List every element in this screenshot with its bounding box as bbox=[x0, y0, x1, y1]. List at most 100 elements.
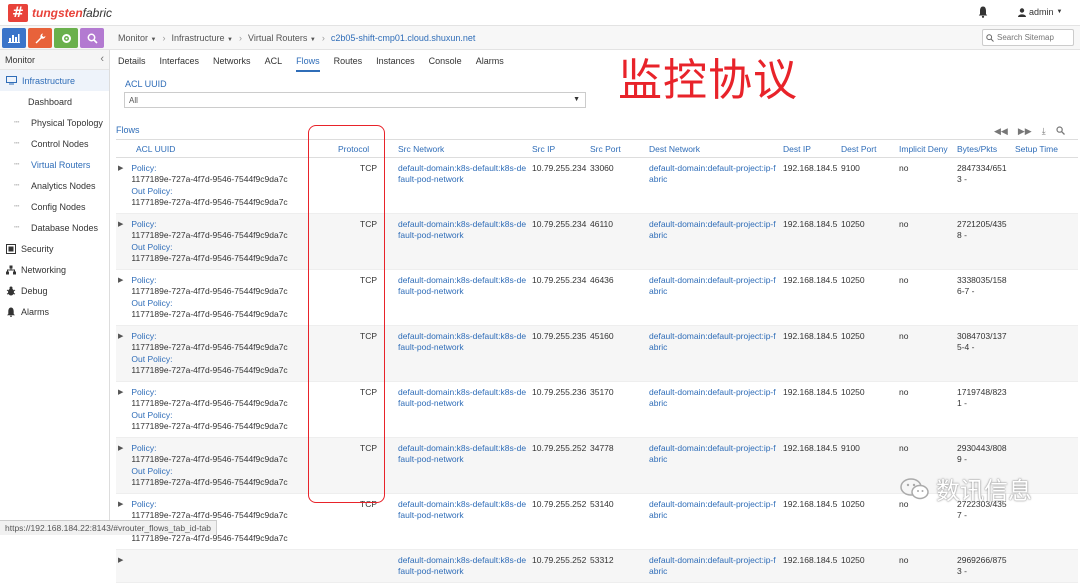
logo[interactable]: # tungstenfabric bbox=[8, 4, 112, 22]
dest-network-link[interactable]: default-domain:default-project:ip-fabric bbox=[649, 499, 776, 521]
tab-networks[interactable]: Networks bbox=[213, 54, 251, 72]
table-row[interactable]: ▶ Policy: 1177189e-727a-4f7d-9546-7544f9c9… bbox=[116, 269, 1078, 326]
acl-uuid-label: ACL UUID bbox=[125, 79, 167, 89]
download-icon[interactable]: ⤓ bbox=[1042, 126, 1046, 137]
sidebar-item-analytics-nodes[interactable]: ┄ Analytics Nodes bbox=[0, 175, 109, 196]
breadcrumb-monitor[interactable]: Monitor ▼ bbox=[118, 33, 156, 43]
expand-row-icon[interactable]: ▶ bbox=[118, 219, 123, 265]
sidebar-item-label: Database Nodes bbox=[31, 222, 99, 233]
src-network-link[interactable]: default-domain:k8s-default:k8s-default-p… bbox=[398, 331, 526, 353]
col-dest-ip[interactable]: Dest IP bbox=[781, 141, 839, 158]
sitemap-search[interactable] bbox=[982, 29, 1074, 46]
cell-acl-uuid: ▶ Policy: 1177189e-727a-4f7d-9546-7544f9c9… bbox=[116, 381, 338, 438]
query-tile[interactable] bbox=[80, 28, 104, 48]
bar-chart-icon bbox=[8, 34, 20, 43]
policy-uuid: 1177189e-727a-4f7d-9546-7544f9c9da7c bbox=[131, 286, 288, 296]
dest-network-link[interactable]: default-domain:default-project:ip-fabric bbox=[649, 555, 776, 577]
src-network-link[interactable]: default-domain:k8s-default:k8s-default-p… bbox=[398, 555, 526, 577]
dest-network-link[interactable]: default-domain:default-project:ip-fabric bbox=[649, 331, 776, 353]
col-setup-time[interactable]: Setup Time bbox=[1013, 141, 1078, 158]
bell-icon bbox=[7, 307, 15, 317]
src-network-link[interactable]: default-domain:k8s-default:k8s-default-p… bbox=[398, 219, 526, 241]
expand-row-icon[interactable]: ▶ bbox=[118, 443, 123, 489]
col-src-network[interactable]: Src Network bbox=[396, 141, 530, 158]
table-row[interactable]: ▶ Policy: 1177189e-727a-4f7d-9546-7544f9c9… bbox=[116, 213, 1078, 270]
expand-row-icon[interactable]: ▶ bbox=[118, 163, 123, 209]
expand-row-icon[interactable]: ▶ bbox=[118, 331, 123, 377]
collapse-sidebar-icon[interactable]: ‹ bbox=[100, 54, 104, 65]
src-network-link[interactable]: default-domain:k8s-default:k8s-default-p… bbox=[398, 499, 526, 521]
cell-src-network: default-domain:k8s-default:k8s-default-p… bbox=[396, 437, 530, 494]
sidebar-item-physical-topology[interactable]: ┄ Physical Topology bbox=[0, 112, 109, 133]
expand-row-icon[interactable]: ▶ bbox=[118, 387, 123, 433]
settings-tile[interactable] bbox=[54, 28, 78, 48]
expand-row-icon[interactable]: ▶ bbox=[118, 555, 123, 567]
sidebar-item-dashboard[interactable]: Dashboard bbox=[0, 91, 109, 112]
src-network-link[interactable]: default-domain:k8s-default:k8s-default-p… bbox=[398, 275, 526, 297]
tab-console[interactable]: Console bbox=[429, 54, 462, 72]
cell-dest-network: default-domain:default-project:ip-fabric bbox=[647, 437, 781, 494]
cell-dest-ip: 192.168.184.5 bbox=[781, 269, 839, 326]
policy-label: Policy: bbox=[131, 162, 157, 173]
col-dest-network[interactable]: Dest Network bbox=[647, 141, 781, 158]
tab-flows[interactable]: Flows bbox=[296, 54, 320, 72]
configure-tile[interactable] bbox=[28, 28, 52, 48]
table-row[interactable]: ▶ Policy: 1177189e-727a-4f7d-9546-7544f9c9… bbox=[116, 381, 1078, 438]
policy-label: Policy: bbox=[131, 218, 157, 229]
tab-acl[interactable]: ACL bbox=[265, 54, 283, 72]
table-row[interactable]: ▶ Policy: 1177189e-727a-4f7d-9546-7544f9c9… bbox=[116, 157, 1078, 214]
next-page-icon[interactable]: ▶▶ bbox=[1018, 126, 1032, 137]
protocol-highlight-box bbox=[308, 125, 385, 503]
src-network-link[interactable]: default-domain:k8s-default:k8s-default-p… bbox=[398, 443, 526, 465]
col-bytes-pkts[interactable]: Bytes/Pkts bbox=[955, 141, 1013, 158]
tab-routes[interactable]: Routes bbox=[334, 54, 363, 72]
dest-network-link[interactable]: default-domain:default-project:ip-fabric bbox=[649, 219, 776, 241]
cell-src-network: default-domain:k8s-default:k8s-default-p… bbox=[396, 269, 530, 326]
bell-icon[interactable] bbox=[978, 6, 988, 18]
col-src-port[interactable]: Src Port bbox=[588, 141, 647, 158]
prev-page-icon[interactable]: ◀◀ bbox=[994, 126, 1008, 137]
out-policy-label: Out Policy: bbox=[131, 185, 173, 196]
src-network-link[interactable]: default-domain:k8s-default:k8s-default-p… bbox=[398, 387, 526, 409]
breadcrumb-virtual-routers[interactable]: Virtual Routers ▼ bbox=[248, 33, 316, 43]
out-policy-label: Out Policy: bbox=[131, 297, 173, 308]
sidebar-item-alarms[interactable]: Alarms bbox=[0, 301, 109, 322]
sidebar-item-virtual-routers[interactable]: ┄ Virtual Routers bbox=[0, 154, 109, 175]
tab-alarms[interactable]: Alarms bbox=[476, 54, 504, 72]
dest-network-link[interactable]: default-domain:default-project:ip-fabric bbox=[649, 443, 776, 465]
col-implicit-deny[interactable]: Implicit Deny bbox=[897, 141, 955, 158]
col-src-ip[interactable]: Src IP bbox=[530, 141, 588, 158]
security-icon bbox=[6, 243, 16, 254]
acl-uuid-select[interactable]: All ▼ bbox=[124, 92, 586, 108]
dest-network-link[interactable]: default-domain:default-project:ip-fabric bbox=[649, 163, 776, 185]
user-menu[interactable]: admin ▼ bbox=[1018, 7, 1062, 17]
sidebar-item-networking[interactable]: Networking bbox=[0, 259, 109, 280]
tab-details[interactable]: Details bbox=[118, 54, 146, 72]
search-icon[interactable] bbox=[1056, 126, 1065, 135]
sidebar-item-control-nodes[interactable]: ┄ Control Nodes bbox=[0, 133, 109, 154]
col-dest-port[interactable]: Dest Port bbox=[839, 141, 897, 158]
sidebar-item-debug[interactable]: Debug bbox=[0, 280, 109, 301]
src-network-link[interactable]: default-domain:k8s-default:k8s-default-p… bbox=[398, 163, 526, 185]
expand-row-icon[interactable]: ▶ bbox=[118, 275, 123, 321]
cell-src-port: 34778 bbox=[588, 437, 647, 494]
tab-interfaces[interactable]: Interfaces bbox=[160, 54, 200, 72]
sidebar-item-config-nodes[interactable]: ┄ Config Nodes bbox=[0, 196, 109, 217]
user-icon bbox=[1018, 7, 1026, 17]
sidebar-item-infrastructure[interactable]: Infrastructure bbox=[0, 70, 109, 91]
sidebar-item-security[interactable]: Security bbox=[0, 238, 109, 259]
col-acl-uuid[interactable]: ACL UUID bbox=[116, 141, 338, 158]
table-row[interactable]: ▶ default-domain:k8s-default:k8s-default-… bbox=[116, 549, 1078, 583]
dest-network-link[interactable]: default-domain:default-project:ip-fabric bbox=[649, 275, 776, 297]
breadcrumb-host[interactable]: c2b05-shift-cmp01.cloud.shuxun.net bbox=[331, 33, 476, 43]
cell-dest-network: default-domain:default-project:ip-fabric bbox=[647, 325, 781, 382]
sitemap-search-input[interactable] bbox=[997, 33, 1069, 42]
breadcrumb-infrastructure[interactable]: Infrastructure ▼ bbox=[171, 33, 233, 43]
monitor-tile[interactable] bbox=[2, 28, 26, 48]
flows-table: ACL UUID Protocol Src Network Src IP Src… bbox=[116, 141, 1078, 583]
cell-dest-network: default-domain:default-project:ip-fabric bbox=[647, 157, 781, 214]
dest-network-link[interactable]: default-domain:default-project:ip-fabric bbox=[649, 387, 776, 409]
tab-instances[interactable]: Instances bbox=[376, 54, 415, 72]
table-row[interactable]: ▶ Policy: 1177189e-727a-4f7d-9546-7544f9c9… bbox=[116, 325, 1078, 382]
sidebar-item-database-nodes[interactable]: ┄ Database Nodes bbox=[0, 217, 109, 238]
